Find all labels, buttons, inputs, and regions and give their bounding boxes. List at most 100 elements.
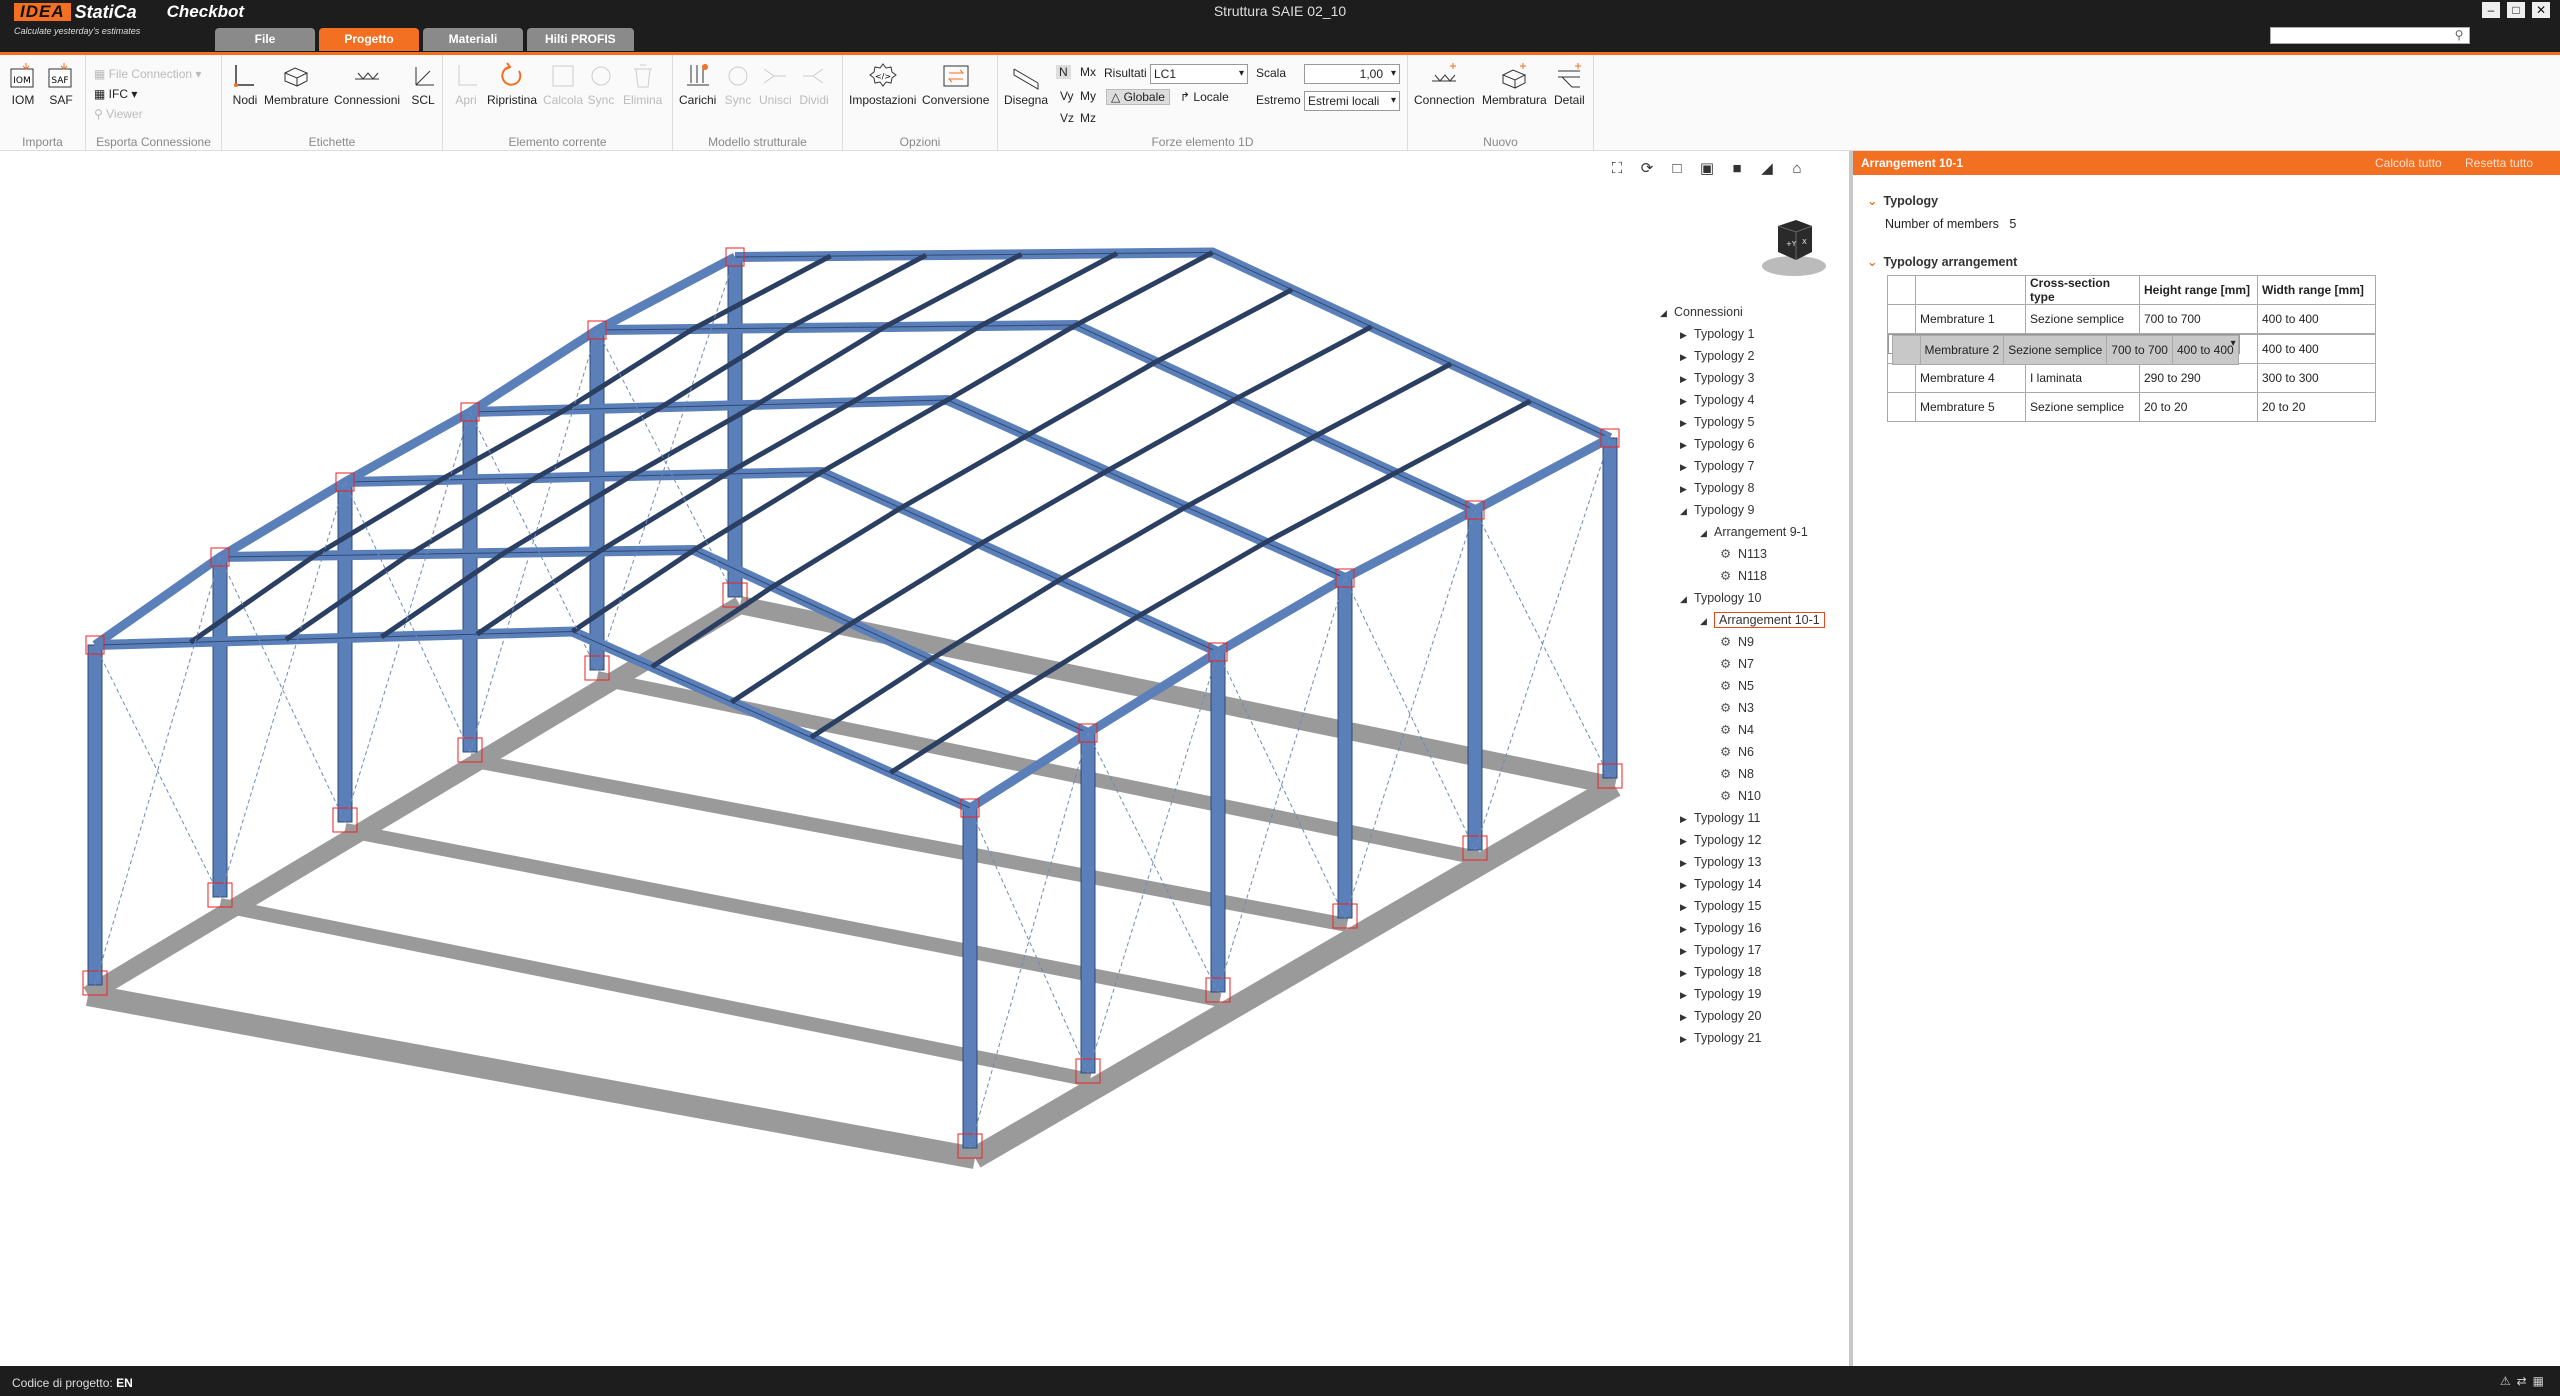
tree-node[interactable]: ◢ Arrangement 9-1 <box>1700 523 1808 541</box>
tree-node[interactable]: ▶ Typology 14 <box>1680 875 1761 893</box>
tab-hilti-profis[interactable]: Hilti PROFIS <box>527 28 634 51</box>
collapse-arrow-icon[interactable]: ◢ <box>1680 590 1694 608</box>
force-vz-toggle[interactable]: Vz <box>1060 111 1074 125</box>
tab-materiali[interactable]: Materiali <box>423 28 523 51</box>
home-view-icon[interactable]: ⌂ <box>1788 160 1806 178</box>
orbit-icon[interactable]: ⟳ <box>1638 160 1656 178</box>
locale-toggle[interactable]: ↱ Locale <box>1180 90 1229 104</box>
expand-arrow-icon[interactable]: ▶ <box>1680 370 1694 388</box>
tab-progetto[interactable]: Progetto <box>319 28 419 51</box>
collapse-arrow-icon[interactable]: ◢ <box>1680 502 1694 520</box>
search-icon[interactable]: ⚲ <box>2450 27 2468 44</box>
expand-arrow-icon[interactable]: ▶ <box>1680 1008 1694 1026</box>
view-wireframe-icon[interactable]: ▣ <box>1698 160 1716 178</box>
elimina-button[interactable]: Elimina <box>623 61 662 107</box>
dividi-button[interactable]: Dividi <box>799 61 829 107</box>
sync-button[interactable]: Sync <box>586 61 616 107</box>
3d-viewport[interactable] <box>0 151 1849 1366</box>
tree-node[interactable]: ◢ Arrangement 10-1 <box>1700 611 1825 629</box>
expand-arrow-icon[interactable]: ▶ <box>1680 326 1694 344</box>
arrangement-section-header[interactable]: ⌄ Typology arrangement <box>1867 254 2017 269</box>
tree-node[interactable]: ▶ Typology 3 <box>1680 369 1754 387</box>
new-detail-button[interactable]: Detail <box>1554 61 1585 107</box>
carichi-button[interactable]: Carichi <box>679 61 716 107</box>
new-connection-button[interactable]: Connection <box>1414 61 1475 107</box>
tree-node[interactable]: ▶ Typology 17 <box>1680 941 1761 959</box>
saf-button[interactable]: SAF SAF <box>46 61 76 107</box>
tree-node[interactable]: ▶ Typology 16 <box>1680 919 1761 937</box>
ripristina-button[interactable]: Ripristina <box>487 61 537 107</box>
apri-button[interactable]: Apri <box>451 61 481 107</box>
force-vy-toggle[interactable]: Vy <box>1060 89 1074 103</box>
tree-node[interactable]: ▶ Typology 19 <box>1680 985 1761 1003</box>
expand-arrow-icon[interactable]: ▶ <box>1680 876 1694 894</box>
globale-toggle[interactable]: △ Globale <box>1106 89 1170 105</box>
collapse-arrow-icon[interactable]: ◢ <box>1700 612 1714 630</box>
tree-node[interactable]: ◢ Typology 10 <box>1680 589 1761 607</box>
expand-arrow-icon[interactable]: ▶ <box>1680 1030 1694 1048</box>
structure-model[interactable] <box>0 151 1650 1366</box>
estremo-select[interactable]: Estremi locali <box>1304 91 1400 111</box>
connessioni-button[interactable]: Connessioni <box>334 61 400 107</box>
ifc-button[interactable]: ▦ IFC ▾ <box>94 87 137 101</box>
tree-node-connection[interactable]: ⚙ N118 <box>1720 567 1767 585</box>
calcola-button[interactable]: Calcola <box>543 61 583 107</box>
tree-node[interactable]: ▶ Typology 8 <box>1680 479 1754 497</box>
table-row[interactable]: Membrature 5 Sezione semplice 20 to 20 20 t… <box>1887 392 2376 422</box>
force-n-toggle[interactable]: N <box>1056 65 1071 79</box>
tree-node-connection[interactable]: ⚙ N113 <box>1720 545 1767 563</box>
expand-arrow-icon[interactable]: ▶ <box>1680 942 1694 960</box>
tree-node-connection[interactable]: ⚙ N9 <box>1720 633 1754 651</box>
disegna-button[interactable]: Disegna <box>1004 61 1048 107</box>
tree-node[interactable]: ▶ Typology 11 <box>1680 809 1760 827</box>
expand-arrow-icon[interactable]: ▶ <box>1680 986 1694 1004</box>
sync-model-button[interactable]: Sync <box>723 61 753 107</box>
expand-arrow-icon[interactable]: ▶ <box>1680 898 1694 916</box>
force-mz-toggle[interactable]: Mz <box>1080 111 1096 125</box>
scl-button[interactable]: SCL <box>408 61 438 107</box>
expand-arrow-icon[interactable]: ▶ <box>1680 414 1694 432</box>
zoom-extents-icon[interactable]: ⛶ <box>1608 160 1626 178</box>
search-input[interactable] <box>2270 27 2470 44</box>
typology-section-header[interactable]: ⌄ Typology <box>1867 193 1938 208</box>
force-my-toggle[interactable]: My <box>1080 89 1096 103</box>
expand-arrow-icon[interactable]: ▶ <box>1680 348 1694 366</box>
tree-node-connection[interactable]: ⚙ N10 <box>1720 787 1761 805</box>
tree-node[interactable]: ▶ Typology 21 <box>1680 1029 1761 1047</box>
iom-button[interactable]: IOM IOM <box>8 61 38 107</box>
tree-node[interactable]: ▶ Typology 5 <box>1680 413 1754 431</box>
tree-node-connection[interactable]: ⚙ N7 <box>1720 655 1754 673</box>
expand-icon[interactable]: ⇄ <box>2517 1374 2533 1388</box>
warning-icon[interactable]: ⚠ <box>2500 1374 2517 1388</box>
collapse-arrow-icon[interactable]: ◢ <box>1700 524 1714 542</box>
expand-arrow-icon[interactable]: ▶ <box>1680 854 1694 872</box>
table-row[interactable]: Membrature 1 Sezione semplice 700 to 700 40… <box>1887 304 2376 334</box>
risultati-select[interactable]: LC1 <box>1150 64 1248 84</box>
tree-node[interactable]: ▶ Typology 13 <box>1680 853 1761 871</box>
tab-file[interactable]: File <box>215 28 315 51</box>
layout-icon[interactable]: ▦ <box>2533 1374 2550 1388</box>
expand-arrow-icon[interactable]: ▶ <box>1680 920 1694 938</box>
new-membratura-button[interactable]: Membratura <box>1482 61 1547 107</box>
impostazioni-button[interactable]: </> Impostazioni <box>849 61 916 107</box>
conversione-button[interactable]: Conversione <box>922 61 989 107</box>
tree-node[interactable]: ▶ Typology 12 <box>1680 831 1761 849</box>
tree-node[interactable]: ◢ Typology 9 <box>1680 501 1754 519</box>
tree-node-connection[interactable]: ⚙ N6 <box>1720 743 1754 761</box>
collapse-arrow-icon[interactable]: ◢ <box>1660 304 1674 322</box>
expand-arrow-icon[interactable]: ▶ <box>1680 964 1694 982</box>
view-section-icon[interactable]: ◢ <box>1758 160 1776 178</box>
tree-node[interactable]: ▶ Typology 4 <box>1680 391 1754 409</box>
expand-arrow-icon[interactable]: ▶ <box>1680 458 1694 476</box>
scala-input[interactable]: 1,00 <box>1304 64 1400 84</box>
tree-node[interactable]: ▶ Typology 1 <box>1680 325 1754 343</box>
view-iso-icon[interactable]: □ <box>1668 160 1686 178</box>
tree-node-connection[interactable]: ⚙ N4 <box>1720 721 1754 739</box>
minimize-button[interactable]: – <box>2482 2 2500 18</box>
force-mx-toggle[interactable]: Mx <box>1080 65 1096 79</box>
expand-arrow-icon[interactable]: ▶ <box>1680 480 1694 498</box>
tree-node-connection[interactable]: ⚙ N3 <box>1720 699 1754 717</box>
tree-node[interactable]: ▶ Typology 20 <box>1680 1007 1761 1025</box>
tree-node[interactable]: ▶ Typology 18 <box>1680 963 1761 981</box>
membrature-button[interactable]: Membrature <box>264 61 329 107</box>
